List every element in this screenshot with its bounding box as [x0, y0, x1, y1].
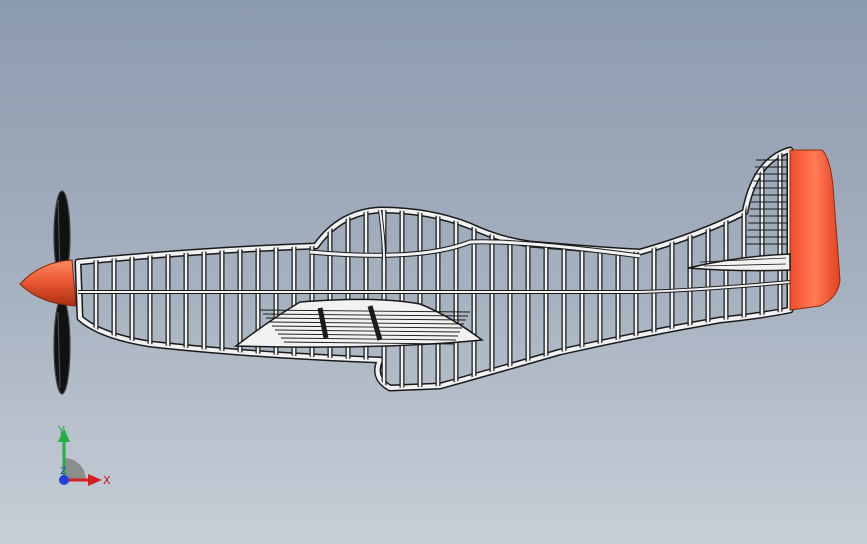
- 3d-viewport[interactable]: Y X Z: [0, 0, 867, 544]
- coordinate-triad: Y X Z: [57, 424, 111, 487]
- y-axis-label: Y: [57, 424, 65, 437]
- z-axis-label: Z: [60, 467, 66, 477]
- x-axis-arrowhead: [88, 474, 102, 486]
- x-axis-label: X: [103, 474, 111, 487]
